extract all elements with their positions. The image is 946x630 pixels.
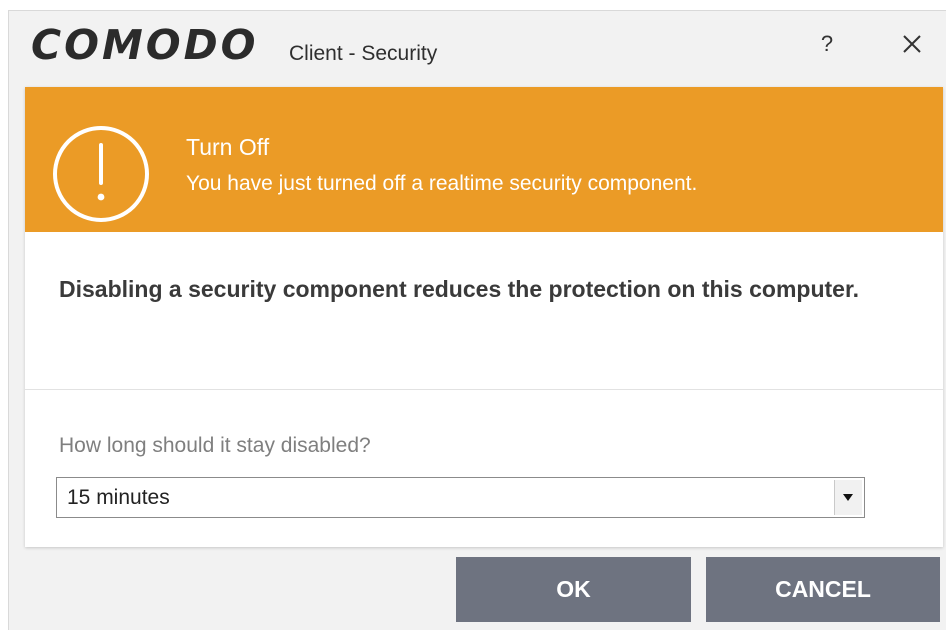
dropdown-arrow-button[interactable]	[834, 480, 862, 515]
close-button[interactable]	[897, 29, 927, 59]
duration-label: How long should it stay disabled?	[59, 434, 371, 457]
help-button[interactable]: ?	[813, 29, 841, 59]
security-dialog: COMODO Client - Security ? Turn Off You …	[8, 10, 946, 630]
chevron-down-icon	[843, 494, 853, 501]
ok-button[interactable]: OK	[456, 557, 691, 622]
warning-banner: Turn Off You have just turned off a real…	[25, 87, 943, 232]
cancel-button[interactable]: CANCEL	[706, 557, 940, 622]
banner-title: Turn Off	[186, 134, 270, 160]
banner-subtitle: You have just turned off a realtime secu…	[186, 172, 698, 195]
dialog-content: Turn Off You have just turned off a real…	[25, 87, 943, 547]
duration-selected-value: 15 minutes	[67, 486, 170, 509]
divider	[25, 389, 943, 390]
brand-logo: COMODO	[31, 21, 259, 69]
duration-dropdown[interactable]: 15 minutes	[56, 477, 865, 518]
window-title: Client - Security	[289, 42, 438, 65]
exclamation-circle-icon	[52, 125, 150, 223]
close-icon	[903, 35, 921, 53]
warning-message: Disabling a security component reduces t…	[59, 276, 860, 302]
title-bar: COMODO Client - Security ?	[9, 11, 946, 85]
